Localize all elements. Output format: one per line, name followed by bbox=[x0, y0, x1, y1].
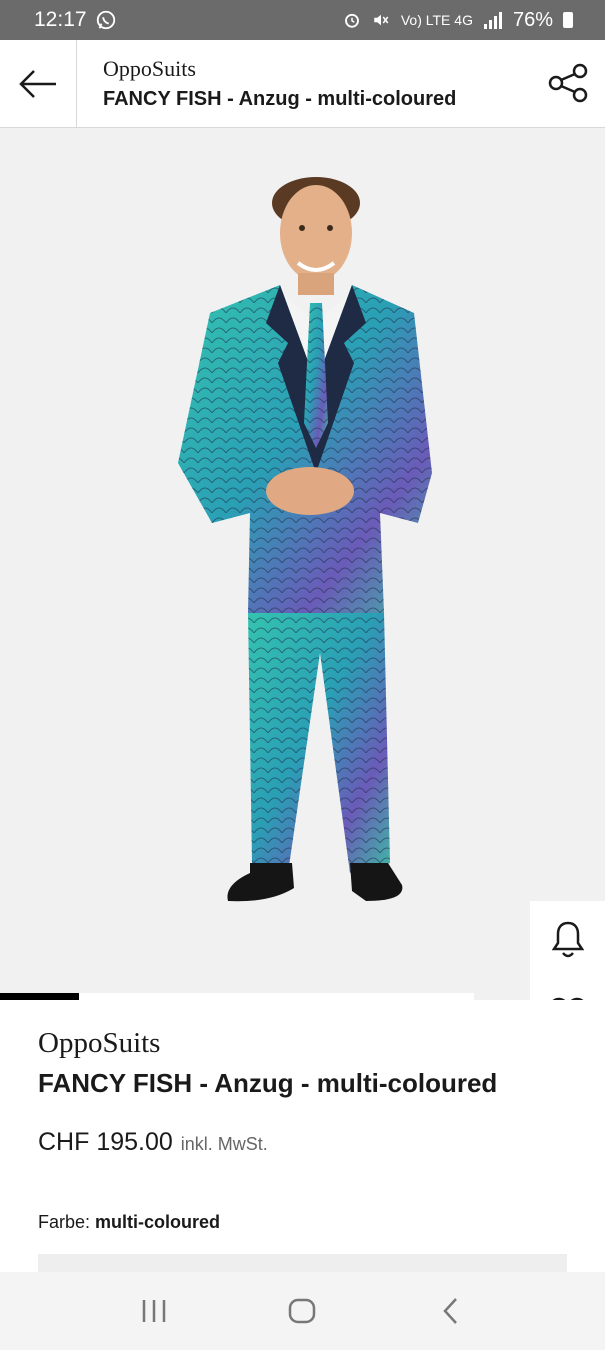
header-brand[interactable]: OppoSuits bbox=[103, 56, 456, 82]
color-row: Farbe: multi-coloured bbox=[38, 1212, 220, 1233]
product-title: FANCY FISH - Anzug - multi-coloured bbox=[38, 1068, 498, 1098]
color-label: Farbe: bbox=[38, 1212, 91, 1232]
color-value: multi-coloured bbox=[95, 1212, 221, 1232]
signal-icon bbox=[483, 12, 502, 29]
battery-icon bbox=[563, 12, 573, 28]
status-bar: 12:17 Vo) LTE 4G 76% bbox=[0, 0, 605, 40]
product-price: CHF 195.00 bbox=[38, 1128, 173, 1156]
recent-apps-button[interactable] bbox=[124, 1281, 184, 1341]
wishlist-button[interactable] bbox=[530, 976, 605, 1000]
tax-note: inkl. MwSt. bbox=[180, 1134, 268, 1154]
image-progress-bar bbox=[0, 993, 474, 1000]
recent-apps-icon bbox=[142, 1300, 166, 1322]
whatsapp-icon bbox=[96, 10, 115, 30]
price-row: CHF 195.00 inkl. MwSt. bbox=[38, 1128, 268, 1157]
nav-back-button[interactable] bbox=[421, 1281, 481, 1341]
mute-icon bbox=[374, 14, 389, 26]
product-image bbox=[178, 177, 432, 902]
app-header: OppoSuits FANCY FISH - Anzug - multi-col… bbox=[0, 40, 605, 128]
chevron-left-icon bbox=[443, 1298, 457, 1324]
alarm-icon bbox=[344, 13, 359, 28]
battery-percent: 76% bbox=[512, 8, 553, 31]
share-icon bbox=[548, 63, 588, 103]
notify-button[interactable] bbox=[530, 901, 605, 976]
status-time: 12:17 bbox=[34, 8, 87, 31]
share-button[interactable] bbox=[547, 62, 589, 104]
header-title: FANCY FISH - Anzug - multi-coloured bbox=[103, 88, 457, 110]
back-button[interactable] bbox=[0, 40, 77, 127]
image-progress-fill bbox=[0, 993, 79, 1000]
home-icon bbox=[289, 1298, 316, 1324]
bell-icon bbox=[551, 921, 584, 957]
network-label: Vo) LTE 4G bbox=[400, 12, 473, 28]
heart-icon bbox=[551, 997, 584, 1000]
product-image-gallery[interactable] bbox=[0, 128, 605, 1000]
product-brand[interactable]: OppoSuits bbox=[38, 1027, 160, 1060]
arrow-left-icon bbox=[19, 69, 56, 98]
system-nav-bar bbox=[0, 1272, 605, 1350]
home-button[interactable] bbox=[272, 1281, 332, 1341]
